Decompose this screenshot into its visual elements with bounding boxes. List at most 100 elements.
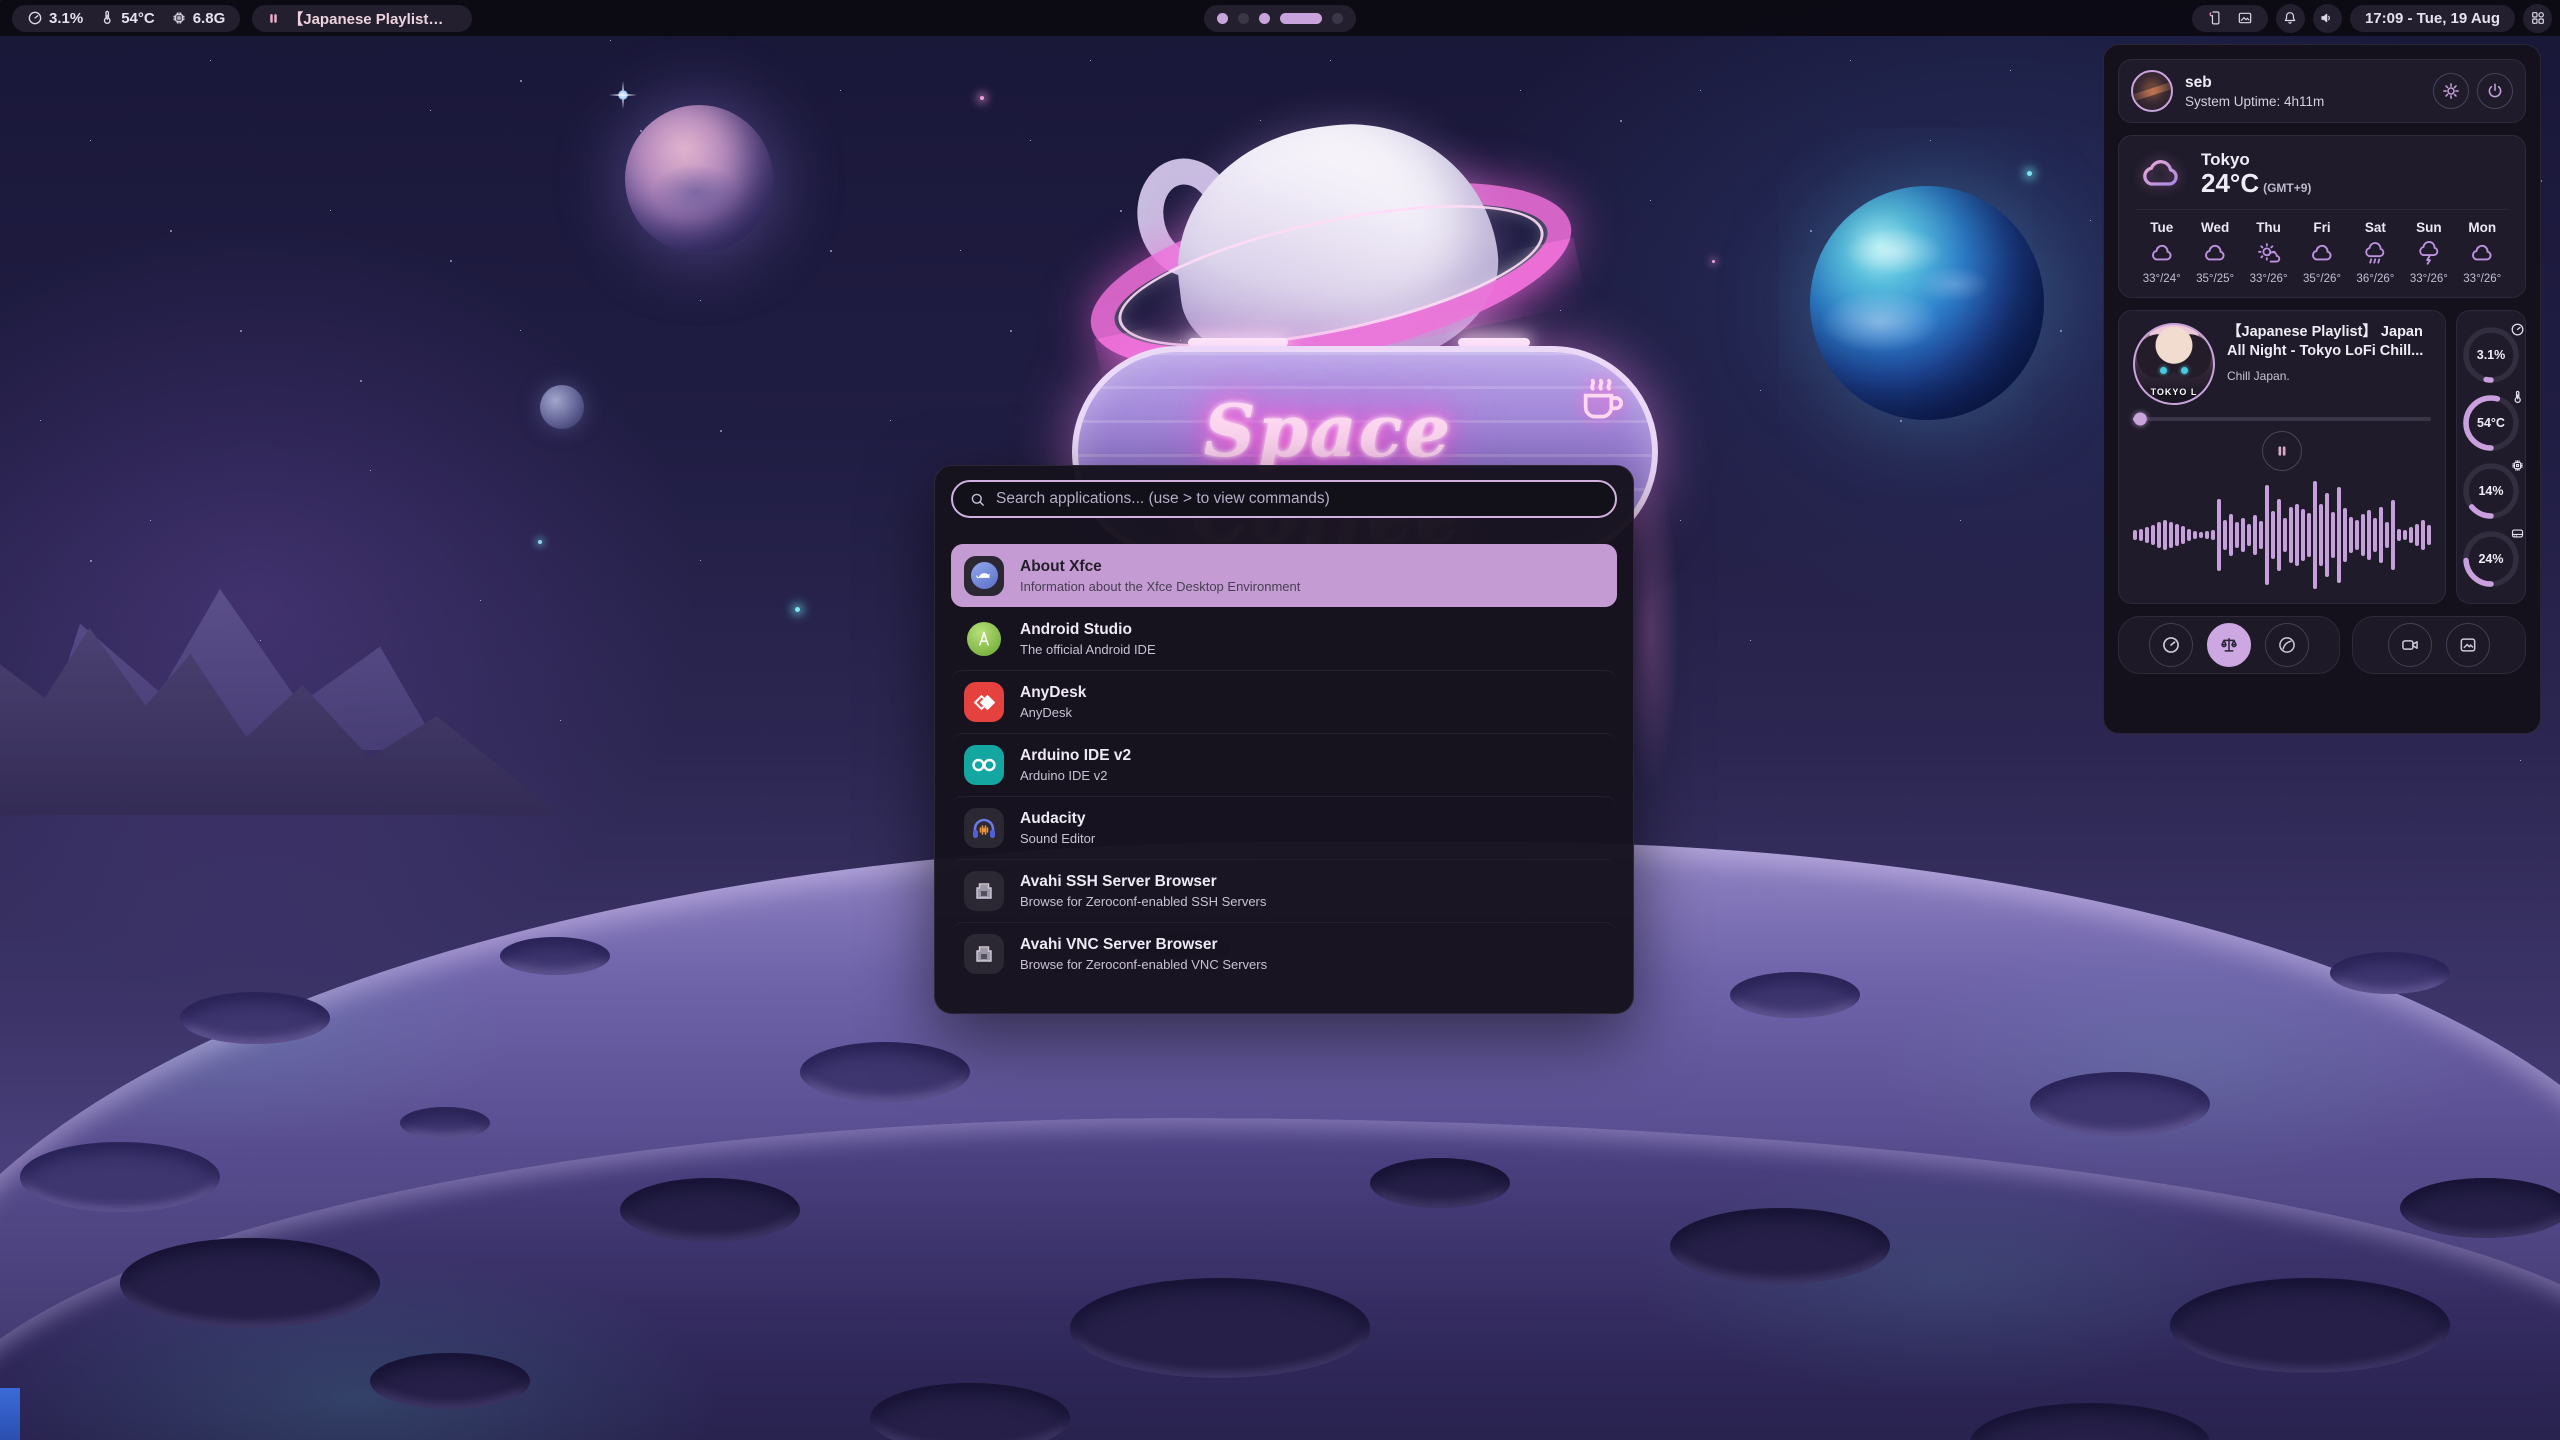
player-progress[interactable] xyxy=(2133,417,2431,421)
forecast-temps: 36°/26° xyxy=(2349,273,2402,285)
waveform-bar xyxy=(2211,530,2215,540)
waveform-bar xyxy=(2199,532,2203,538)
star xyxy=(538,540,542,544)
disk-gauge: 24% xyxy=(2461,529,2521,589)
cloudy-icon xyxy=(2295,241,2348,267)
xfce-logo-icon xyxy=(964,556,1004,596)
app-name: Android Studio xyxy=(1020,621,1156,639)
screen-record-button[interactable] xyxy=(2388,623,2432,667)
waveform-bar xyxy=(2241,518,2245,552)
capture-tools xyxy=(2352,616,2526,674)
cloudy-icon xyxy=(2188,241,2241,267)
app-row-android-studio[interactable]: Android Studio The official Android IDE xyxy=(951,607,1617,670)
power-button[interactable] xyxy=(2477,73,2513,109)
system-uptime: System Uptime: 4h11m xyxy=(2185,94,2324,109)
weather-cloud-icon xyxy=(2135,151,2187,195)
waveform-bar xyxy=(2223,520,2227,550)
power-saver-mode-button[interactable] xyxy=(2265,623,2309,667)
rain-icon xyxy=(2349,241,2402,267)
app-row-anydesk[interactable]: AnyDesk AnyDesk xyxy=(951,670,1617,733)
app-name: Avahi SSH Server Browser xyxy=(1020,873,1266,891)
waveform-bar xyxy=(2325,493,2329,577)
weather-timezone: (GMT+9) xyxy=(2263,181,2311,195)
network-port-icon xyxy=(964,934,1004,974)
avatar xyxy=(2131,70,2173,112)
app-grid-button[interactable] xyxy=(2523,4,2552,33)
waveform-bar xyxy=(2385,522,2389,548)
app-row-arduino[interactable]: Arduino IDE v2 Arduino IDE v2 xyxy=(951,733,1617,796)
waveform-bar xyxy=(2319,504,2323,566)
notifications-button[interactable] xyxy=(2276,4,2305,33)
screenshot-button[interactable] xyxy=(2446,623,2490,667)
app-name: Audacity xyxy=(1020,810,1095,828)
wallpaper-blue-patch xyxy=(0,1388,20,1440)
waveform-bar xyxy=(2277,499,2281,571)
cpu-value: 3.1% xyxy=(49,10,83,27)
waveform-bar xyxy=(2265,485,2269,585)
app-description: AnyDesk xyxy=(1020,705,1086,720)
arduino-logo-icon xyxy=(964,745,1004,785)
album-art-text: TOKYO L xyxy=(2135,387,2213,397)
star xyxy=(980,96,984,100)
settings-button[interactable] xyxy=(2433,73,2469,109)
waveform-bar xyxy=(2271,511,2275,559)
app-list: About Xfce Information about the Xfce De… xyxy=(951,544,1617,985)
forecast-day: Wed xyxy=(2188,220,2241,235)
play-pause-button[interactable] xyxy=(2262,431,2302,471)
speedometer-icon xyxy=(2161,635,2181,655)
waveform-bar xyxy=(2301,509,2305,561)
player-progress-knob[interactable] xyxy=(2134,412,2147,425)
workspace-indicator xyxy=(1204,5,1356,32)
storm-icon xyxy=(2402,241,2455,267)
weather-temp: 24°C xyxy=(2201,170,2259,197)
app-name: Arduino IDE v2 xyxy=(1020,747,1131,765)
balanced-mode-button[interactable] xyxy=(2207,623,2251,667)
waveform-bar xyxy=(2337,487,2341,583)
volume-button[interactable] xyxy=(2313,4,2342,33)
phone-icon[interactable] xyxy=(2207,10,2223,26)
app-row-avahi-ssh[interactable]: Avahi SSH Server Browser Browse for Zero… xyxy=(951,859,1617,922)
cpu-gauge: 3.1% xyxy=(2461,325,2521,385)
workspace-dot[interactable] xyxy=(1280,13,1322,24)
waveform-bar xyxy=(2229,514,2233,556)
waveform-bar xyxy=(2403,530,2407,540)
workspace-dot[interactable] xyxy=(1332,13,1343,24)
pause-icon xyxy=(2275,444,2289,458)
partly-sunny-icon xyxy=(2242,241,2295,267)
desktop: Space Coffee xyxy=(0,0,2560,1440)
performance-mode-button[interactable] xyxy=(2149,623,2193,667)
system-stats-widget[interactable]: 3.1% 54°C 6.8G xyxy=(12,5,240,32)
sparkle-star xyxy=(609,81,637,109)
waveform-bar xyxy=(2139,529,2143,541)
waveform-bar xyxy=(2421,520,2425,550)
divider xyxy=(2135,209,2509,210)
bell-icon xyxy=(2282,10,2298,26)
search-icon xyxy=(969,491,986,508)
scales-icon xyxy=(2219,635,2239,655)
app-launcher: About Xfce Information about the Xfce De… xyxy=(934,465,1634,1014)
wallpaper-icon[interactable] xyxy=(2237,10,2253,26)
xfce-mouse-icon xyxy=(975,566,994,585)
anydesk-logo-icon xyxy=(964,682,1004,722)
system-gauges: 3.1% 54°C 14% 24% xyxy=(2456,310,2526,604)
waveform-bar xyxy=(2367,510,2371,560)
workspace-dot[interactable] xyxy=(1217,13,1228,24)
waveform-bar xyxy=(2187,529,2191,541)
waveform-bar xyxy=(2349,517,2353,553)
now-playing-widget[interactable]: 【Japanese Playlist】 J... xyxy=(252,5,472,32)
workspace-dot[interactable] xyxy=(1259,13,1270,24)
leaf-icon xyxy=(2277,635,2297,655)
chip-icon xyxy=(171,10,187,26)
audacity-logo-icon xyxy=(964,808,1004,848)
earth-planet xyxy=(1810,186,2044,420)
clock-widget[interactable]: 17:09 - Tue, 19 Aug xyxy=(2350,5,2515,32)
cpu-stat: 3.1% xyxy=(27,10,83,27)
app-row-about-xfce[interactable]: About Xfce Information about the Xfce De… xyxy=(951,544,1617,607)
app-row-avahi-vnc[interactable]: Avahi VNC Server Browser Browse for Zero… xyxy=(951,922,1617,985)
workspace-dot[interactable] xyxy=(1238,13,1249,24)
waveform xyxy=(2133,479,2431,591)
app-row-audacity[interactable]: Audacity Sound Editor xyxy=(951,796,1617,859)
waveform-bar xyxy=(2283,518,2287,552)
search-input[interactable] xyxy=(996,490,1599,508)
launcher-search[interactable] xyxy=(951,480,1617,518)
